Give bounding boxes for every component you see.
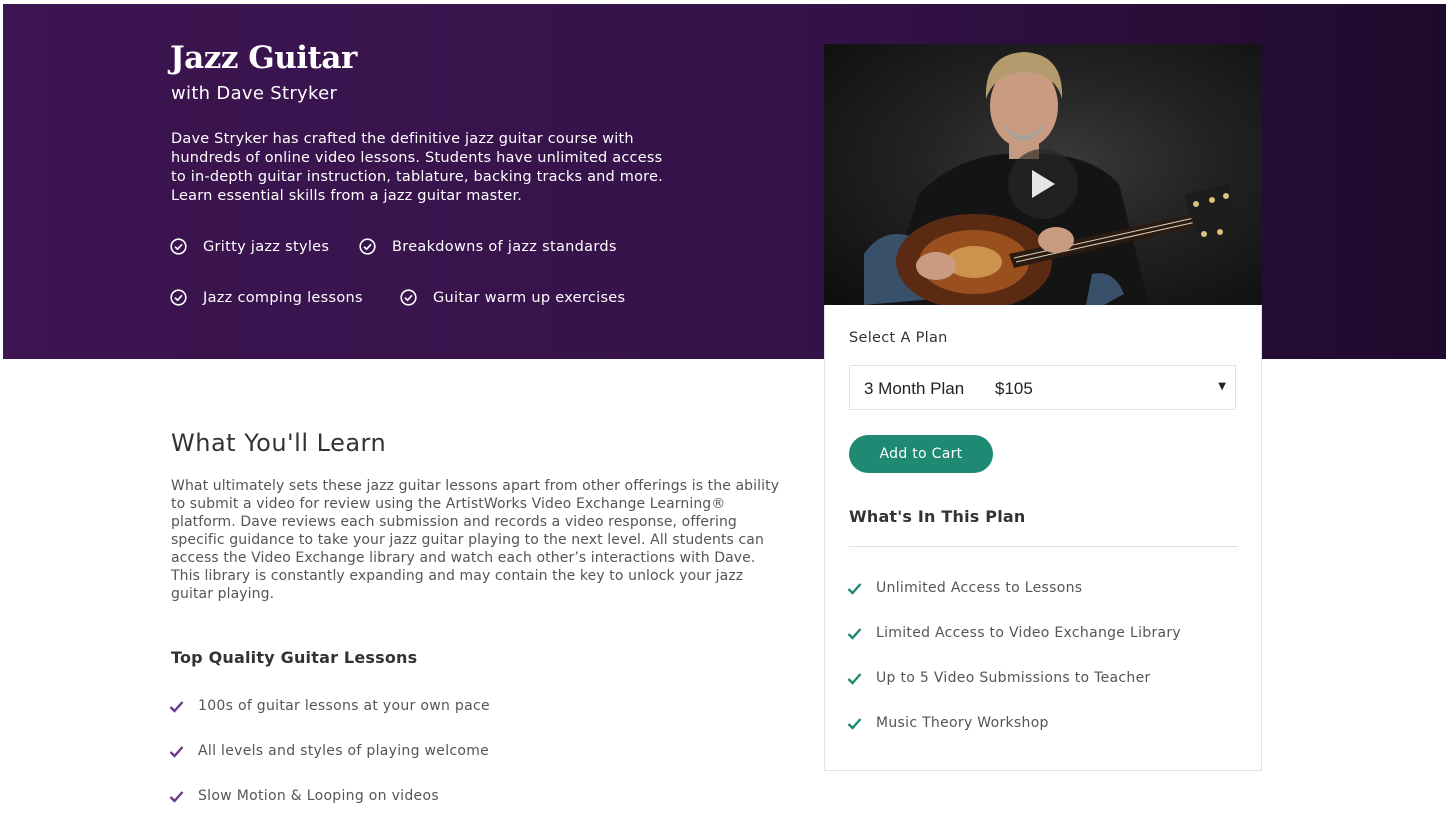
feature-label: Gritty jazz styles bbox=[203, 238, 330, 255]
plan-contents-heading: What's In This Plan bbox=[849, 507, 1026, 526]
lesson-feature-label: All levels and styles of playing welcome bbox=[198, 743, 490, 759]
selected-plan-price: $105 bbox=[995, 379, 1033, 398]
top-quality-heading: Top Quality Guitar Lessons bbox=[171, 648, 418, 667]
lesson-feature-label: 100s of guitar lessons at your own pace bbox=[198, 698, 490, 714]
learn-description: What ultimately sets these jazz guitar l… bbox=[171, 478, 780, 602]
plan-feature-label: Limited Access to Video Exchange Library bbox=[876, 625, 1182, 641]
plan-feature-item: Unlimited Access to Lessons bbox=[847, 580, 1082, 596]
lesson-feature-label: Slow Motion & Looping on videos bbox=[198, 788, 439, 804]
feature-label: Jazz comping lessons bbox=[203, 289, 363, 306]
checkmark-icon bbox=[847, 627, 862, 640]
divider bbox=[849, 546, 1238, 547]
plan-feature-item: Up to 5 Video Submissions to Teacher bbox=[847, 670, 1151, 686]
checkmark-icon bbox=[847, 582, 862, 595]
checkmark-icon bbox=[169, 700, 184, 713]
check-circle-icon bbox=[170, 289, 187, 306]
feature-item: Guitar warm up exercises bbox=[400, 289, 625, 306]
learn-section-title: What You'll Learn bbox=[171, 429, 387, 457]
play-icon bbox=[1032, 170, 1055, 198]
caret-down-icon: ▼ bbox=[1218, 381, 1226, 392]
checkmark-icon bbox=[847, 717, 862, 730]
feature-item: Breakdowns of jazz standards bbox=[359, 238, 617, 255]
plan-card: Select A Plan 3 Month Plan $105 ▼ Add to… bbox=[824, 305, 1262, 771]
check-circle-icon bbox=[359, 238, 376, 255]
lesson-feature-item: Slow Motion & Looping on videos bbox=[169, 788, 439, 804]
check-circle-icon bbox=[170, 238, 187, 255]
lesson-feature-item: 100s of guitar lessons at your own pace bbox=[169, 698, 490, 714]
checkmark-icon bbox=[169, 790, 184, 803]
selected-plan-name: 3 Month Plan bbox=[864, 379, 965, 398]
play-button[interactable] bbox=[1008, 149, 1078, 219]
select-plan-label: Select A Plan bbox=[849, 330, 948, 346]
feature-label: Guitar warm up exercises bbox=[433, 289, 626, 306]
plan-feature-label: Up to 5 Video Submissions to Teacher bbox=[876, 670, 1151, 686]
check-circle-icon bbox=[400, 289, 417, 306]
plan-feature-label: Music Theory Workshop bbox=[876, 715, 1049, 731]
checkmark-icon bbox=[169, 745, 184, 758]
hero-description: Dave Stryker has crafted the definitive … bbox=[171, 131, 663, 204]
plan-feature-item: Music Theory Workshop bbox=[847, 715, 1049, 731]
add-to-cart-button[interactable]: Add to Cart bbox=[849, 435, 993, 473]
page-title: Jazz Guitar bbox=[170, 40, 357, 76]
checkmark-icon bbox=[847, 672, 862, 685]
plan-select[interactable]: 3 Month Plan $105 ▼ bbox=[849, 365, 1236, 410]
plan-feature-label: Unlimited Access to Lessons bbox=[876, 580, 1083, 596]
feature-item: Jazz comping lessons bbox=[170, 289, 363, 306]
feature-item: Gritty jazz styles bbox=[170, 238, 329, 255]
page-subtitle: with Dave Stryker bbox=[171, 83, 338, 104]
plan-feature-item: Limited Access to Video Exchange Library bbox=[847, 625, 1181, 641]
lesson-feature-item: All levels and styles of playing welcome bbox=[169, 743, 489, 759]
feature-label: Breakdowns of jazz standards bbox=[392, 238, 617, 255]
